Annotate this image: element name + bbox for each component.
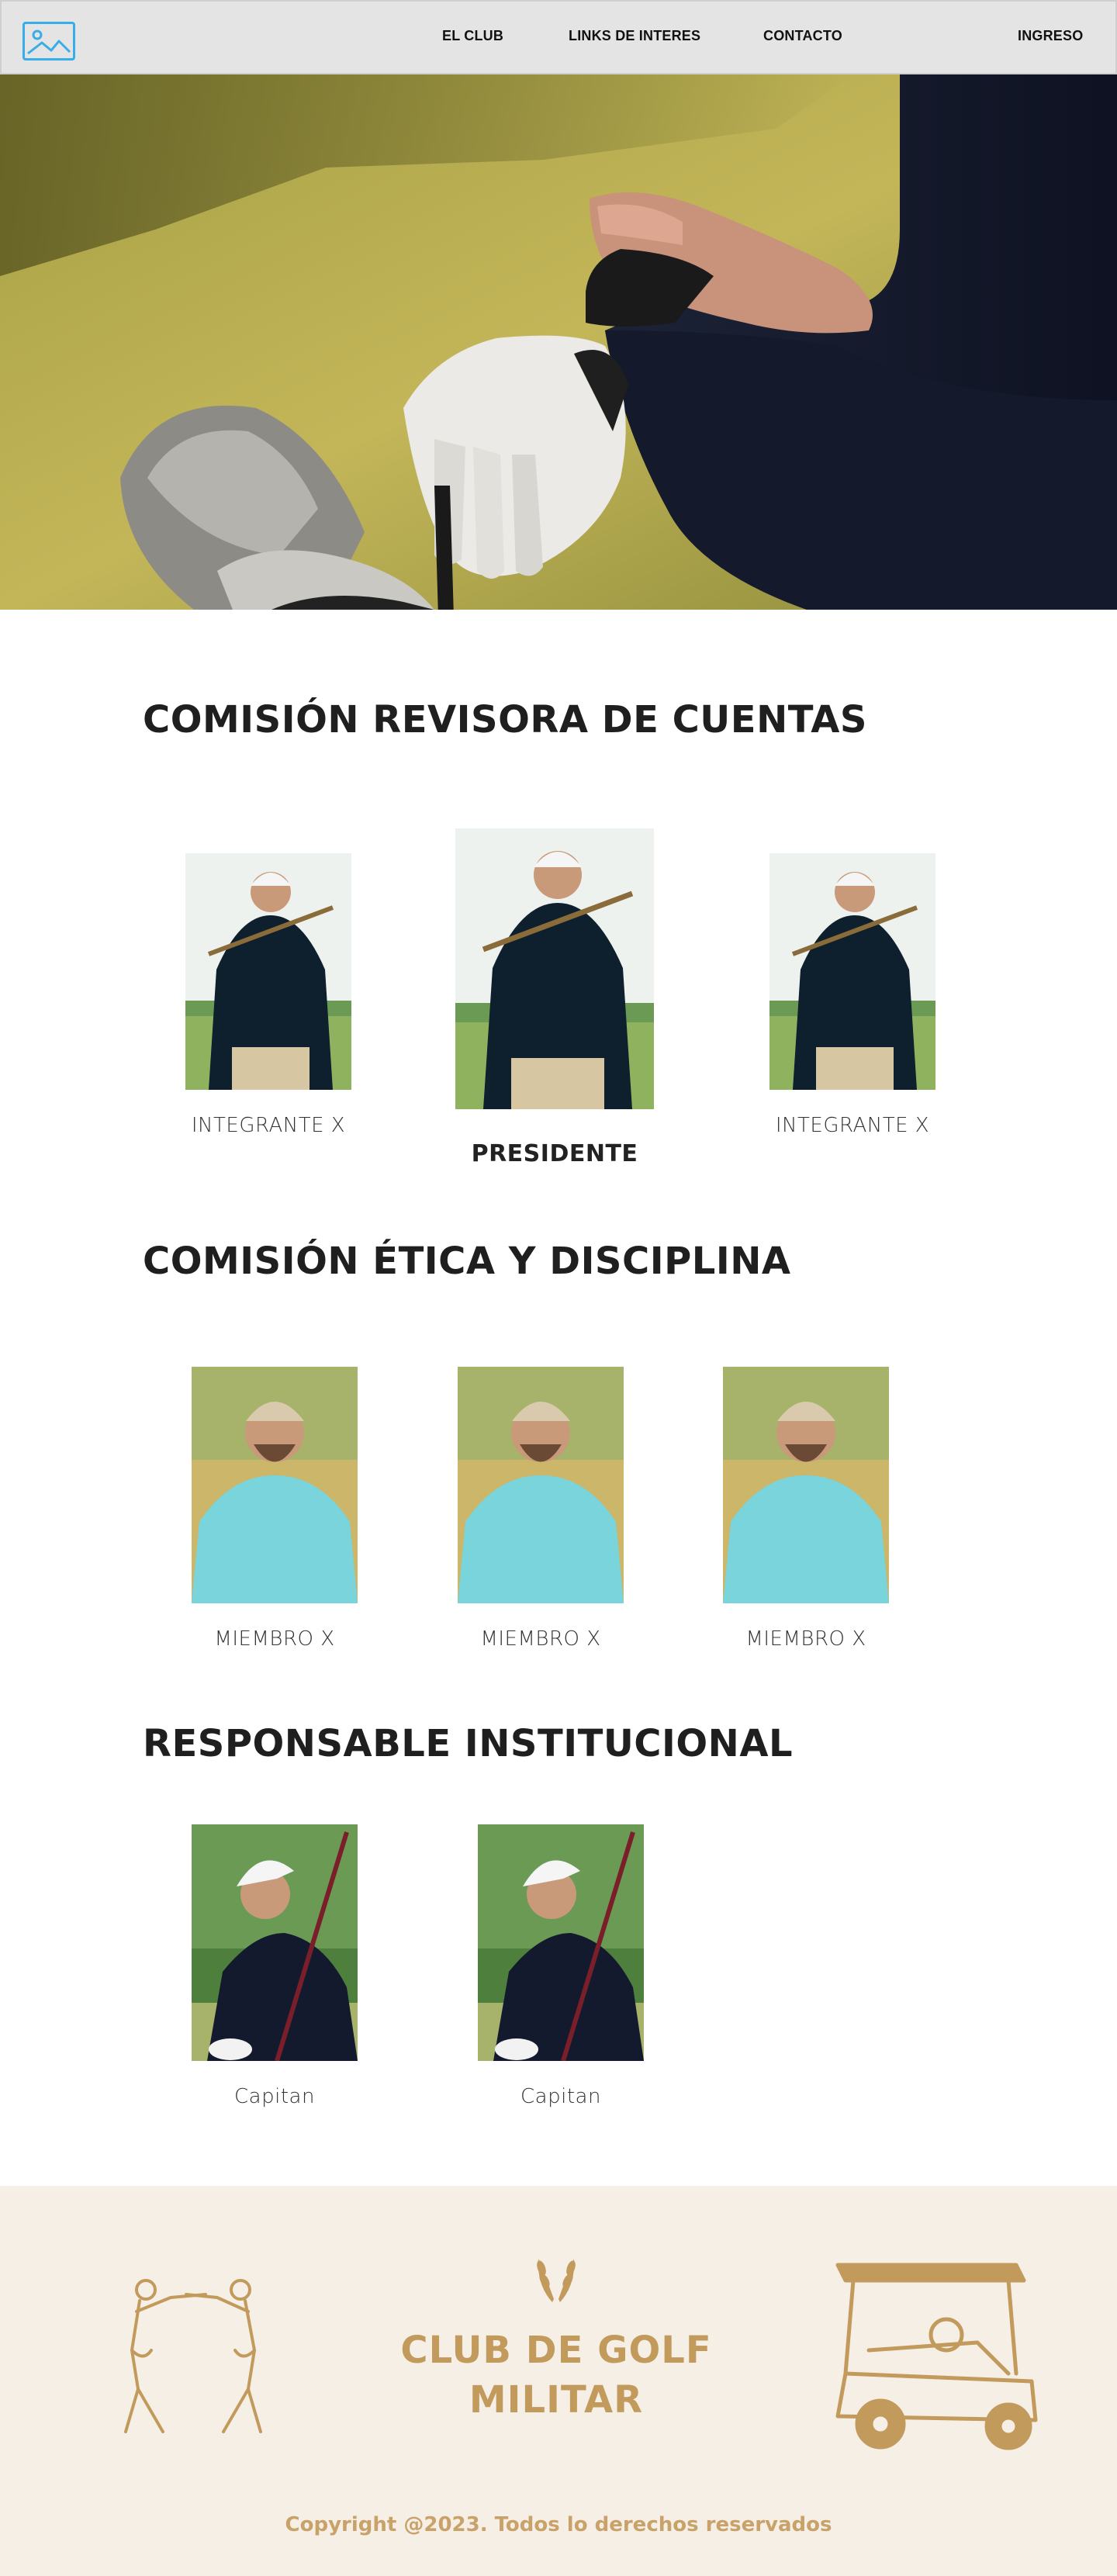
member-label: INTEGRANTE X (775, 1114, 930, 1137)
golfers-illustration (109, 2273, 279, 2439)
login-link[interactable]: INGRESO (1018, 28, 1083, 44)
page: EL CLUB LINKS DE INTERES CONTACTO INGRES… (0, 0, 1117, 2576)
member-label: Capitan (234, 2085, 315, 2108)
member-label: MIEMBRO X (214, 1627, 335, 1651)
copyright: Copyright @2023. Todos lo derechos reser… (285, 2513, 832, 2536)
member-photo (769, 853, 935, 1090)
laurel-icon (521, 2254, 591, 2304)
top-nav: EL CLUB LINKS DE INTERES CONTACTO INGRES… (0, 0, 1117, 74)
member-photo (185, 853, 351, 1090)
member-label: MIEMBRO X (480, 1627, 601, 1651)
member-label: MIEMBRO X (745, 1627, 866, 1651)
member-label: INTEGRANTE X (191, 1114, 346, 1137)
nav-link-contacto[interactable]: CONTACTO (763, 28, 842, 44)
section-title-revisora: COMISIÓN REVISORA DE CUENTAS (143, 698, 867, 742)
section-title-responsable: RESPONSABLE INSTITUCIONAL (143, 1722, 794, 1765)
club-name: CLUB DE GOLF MILITAR (310, 2325, 802, 2425)
member-photo (478, 1824, 644, 2061)
president-label: PRESIDENTE (471, 1140, 638, 1167)
club-name-line1: CLUB DE GOLF (400, 2329, 712, 2372)
member-photo (723, 1367, 889, 1603)
footer: CLUB DE GOLF MILITAR Copyright @2023. To… (0, 2186, 1117, 2576)
president-photo (455, 828, 654, 1109)
member-photo (458, 1367, 624, 1603)
member-label: Capitan (520, 2085, 601, 2108)
member-photo (192, 1367, 358, 1603)
club-name-line2: MILITAR (469, 2378, 644, 2422)
golf-cart-illustration (822, 2257, 1047, 2459)
section-title-etica: COMISIÓN ÉTICA Y DISCIPLINA (143, 1240, 791, 1283)
member-photo (192, 1824, 358, 2061)
hero-image (0, 74, 1117, 610)
nav-link-links-de-interes[interactable]: LINKS DE INTERES (569, 28, 700, 44)
nav-link-el-club[interactable]: EL CLUB (442, 28, 503, 44)
image-placeholder-icon[interactable] (22, 22, 75, 61)
